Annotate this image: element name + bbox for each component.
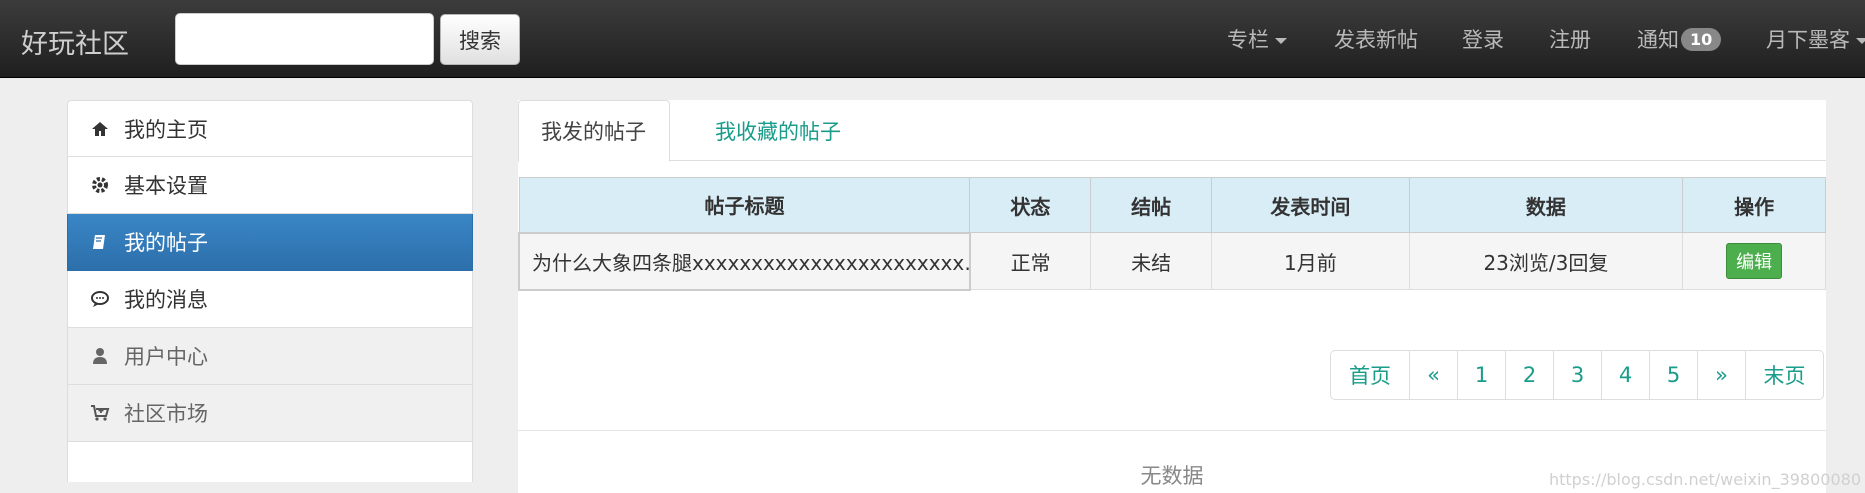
sidebar-item-home[interactable]: 我的主页 — [67, 100, 473, 157]
nav-notice[interactable]: 通知 10 — [1637, 24, 1722, 54]
search-input[interactable] — [175, 13, 434, 65]
sidebar-item-label: 我的主页 — [124, 117, 208, 142]
column-header: 状态 — [969, 177, 1092, 233]
page-5[interactable]: 5 — [1649, 351, 1697, 399]
table-header-row: 帖子标题 状态 结帖 发表时间 数据 操作 — [518, 177, 1826, 233]
book-icon — [90, 232, 110, 252]
sidebar-item-label: 社区市场 — [124, 402, 208, 426]
sidebar-item-label: 用户中心 — [124, 345, 208, 369]
post-closed: 未结 — [1090, 232, 1213, 290]
post-time: 1月前 — [1211, 232, 1410, 290]
gear-icon — [90, 175, 110, 195]
edit-button[interactable]: 编辑 — [1726, 243, 1783, 279]
post-title-link[interactable]: 为什么大象四条腿xxxxxxxxxxxxxxxxxxxxxxx… — [518, 231, 971, 291]
top-navbar: 好玩社区 搜索 专栏 发表新帖 登录 注册 通知 10 月下墨客 — [0, 0, 1865, 78]
notice-count-badge: 10 — [1681, 28, 1722, 51]
nav-column-dropdown[interactable]: 专栏 — [1227, 24, 1287, 54]
page-prev[interactable]: « — [1409, 351, 1457, 399]
main-panel: 我发的帖子 我收藏的帖子 帖子标题 状态 结帖 发表时间 数据 操作 为什么大象… — [518, 100, 1826, 493]
sidebar-item-settings[interactable]: 基本设置 — [67, 157, 473, 214]
sidebar-item-label: 我的帖子 — [124, 231, 208, 255]
sidebar-item-market[interactable]: 社区市场 — [67, 385, 473, 442]
page-1[interactable]: 1 — [1457, 351, 1505, 399]
cart-icon — [90, 403, 110, 423]
post-status: 正常 — [969, 232, 1092, 290]
sidebar-item-my-posts[interactable]: 我的帖子 — [67, 214, 473, 271]
post-tabs: 我发的帖子 我收藏的帖子 — [518, 100, 1826, 162]
watermark: https://blog.csdn.net/weixin_39800080 — [1548, 470, 1861, 489]
page-3[interactable]: 3 — [1553, 351, 1601, 399]
posts-table: 帖子标题 状态 结帖 发表时间 数据 操作 为什么大象四条腿xxxxxxxxxx… — [518, 177, 1826, 291]
nav-notice-label: 通知 — [1637, 28, 1679, 52]
table-row: 为什么大象四条腿xxxxxxxxxxxxxxxxxxxxxxx… 正常 未结 1… — [518, 231, 1826, 291]
column-header: 帖子标题 — [518, 177, 971, 233]
sidebar-item-user-center[interactable]: 用户中心 — [67, 328, 473, 385]
search-button[interactable]: 搜索 — [440, 14, 520, 65]
column-header: 结帖 — [1090, 177, 1213, 233]
nav-new-post[interactable]: 发表新帖 — [1334, 24, 1418, 54]
user-icon — [90, 346, 110, 366]
sidebar-footer — [67, 442, 473, 482]
column-header: 操作 — [1682, 177, 1826, 233]
nav-user-dropdown[interactable]: 月下墨客 — [1766, 24, 1865, 54]
page-next[interactable]: » — [1697, 351, 1745, 399]
column-header: 数据 — [1408, 177, 1684, 233]
post-actions: 编辑 — [1682, 232, 1826, 290]
nav-column-label: 专栏 — [1227, 28, 1269, 52]
nav-user-label: 月下墨客 — [1766, 28, 1850, 52]
comment-icon — [90, 289, 110, 309]
post-stats: 23浏览/3回复 — [1408, 232, 1684, 290]
caret-down-icon — [1856, 38, 1865, 44]
column-header: 发表时间 — [1211, 177, 1410, 233]
divider — [518, 430, 1826, 431]
sidebar-item-messages[interactable]: 我的消息 — [67, 271, 473, 328]
sidebar-item-label: 我的消息 — [124, 288, 208, 312]
page-first[interactable]: 首页 — [1331, 351, 1409, 399]
page-2[interactable]: 2 — [1505, 351, 1553, 399]
tab-my-favorites[interactable]: 我收藏的帖子 — [693, 100, 863, 162]
page-last[interactable]: 末页 — [1745, 351, 1823, 399]
tab-my-posts[interactable]: 我发的帖子 — [518, 100, 670, 162]
page-4[interactable]: 4 — [1601, 351, 1649, 399]
home-icon — [90, 119, 110, 139]
caret-down-icon — [1275, 38, 1287, 44]
brand-logo[interactable]: 好玩社区 — [21, 22, 129, 61]
sidebar-menu: 我的主页 基本设置 我的帖子 我的消息 用户中心 社区市场 — [67, 100, 473, 482]
sidebar-item-label: 基本设置 — [124, 174, 208, 198]
pagination: 首页 « 1 2 3 4 5 » 末页 — [1330, 350, 1824, 400]
nav-login[interactable]: 登录 — [1462, 24, 1504, 54]
nav-register[interactable]: 注册 — [1549, 24, 1591, 54]
